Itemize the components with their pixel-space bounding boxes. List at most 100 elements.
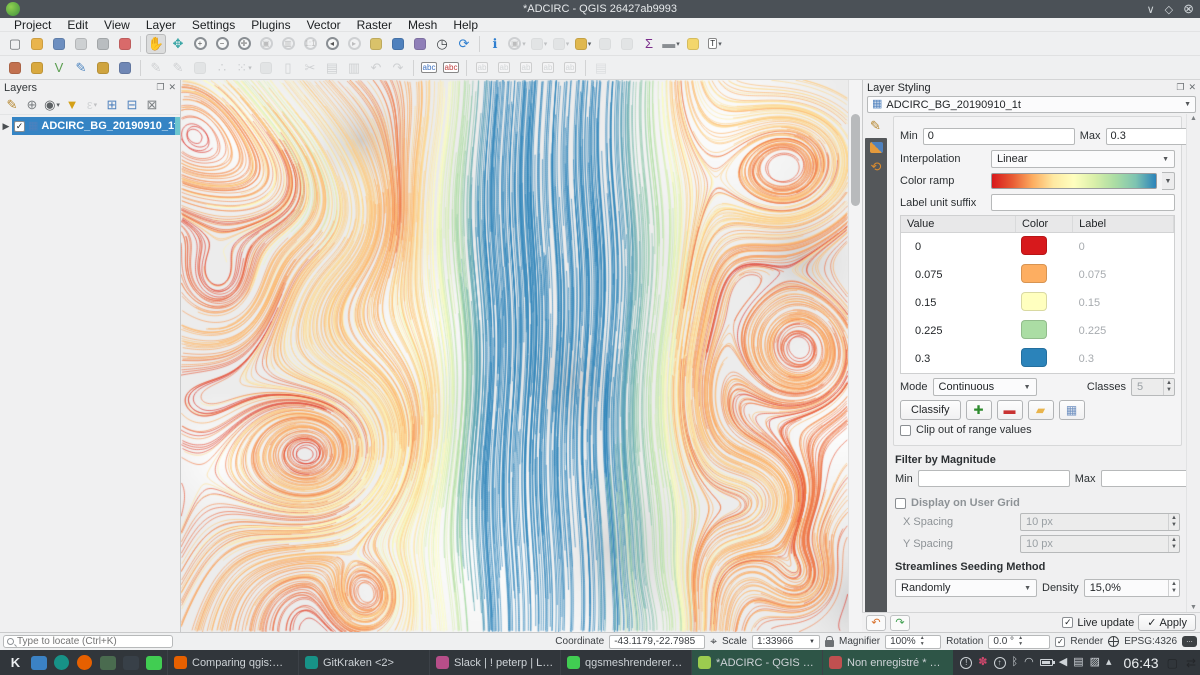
- battery-icon[interactable]: [1040, 659, 1053, 666]
- clip-out-of-range-checkbox[interactable]: [900, 425, 911, 436]
- ramp-color-swatch[interactable]: [1021, 320, 1047, 339]
- remove-layer-icon[interactable]: ⊠: [143, 96, 161, 114]
- task-slack[interactable]: Slack | ! peterp | Lutr...: [429, 650, 560, 675]
- minimize-icon[interactable]: ∨: [1147, 3, 1155, 16]
- remove-value-icon[interactable]: ▬: [997, 400, 1023, 420]
- color-ramp-dropdown-icon[interactable]: ▼: [1162, 172, 1175, 190]
- canvas-scrollbar-thumb[interactable]: [851, 114, 860, 206]
- bookmark-manager-icon[interactable]: [410, 34, 430, 54]
- ramp-color-swatch[interactable]: [1021, 348, 1047, 367]
- apply-button[interactable]: ✓ Apply: [1138, 614, 1196, 631]
- scroll-up-icon[interactable]: ▲: [1190, 115, 1197, 122]
- deselect-from-current-layer-icon[interactable]: ▾: [573, 34, 593, 54]
- ramp-color-swatch[interactable]: [1021, 292, 1047, 311]
- layer-visibility-checkbox[interactable]: [14, 121, 25, 132]
- tab-mesh-rendering-icon[interactable]: [870, 142, 883, 153]
- crs-globe-icon[interactable]: [1108, 636, 1119, 647]
- task-gitkraken[interactable]: GitKraken <2>: [298, 650, 429, 675]
- tab-symbology[interactable]: ✎: [862, 114, 889, 136]
- notifications-icon[interactable]: !: [960, 657, 972, 669]
- network-wifi-icon[interactable]: ◠: [1024, 657, 1034, 668]
- task-firefox[interactable]: Comparing qgis:mast...: [167, 650, 298, 675]
- scroll-down-icon[interactable]: ▼: [1190, 604, 1197, 611]
- file-manager-icon[interactable]: [27, 652, 50, 673]
- canvas-scrollbar[interactable]: [848, 80, 862, 632]
- menu-settings[interactable]: Settings: [184, 18, 243, 32]
- menu-help[interactable]: Help: [445, 18, 486, 32]
- coordinate-input[interactable]: -43.1179,-22.7985: [609, 635, 705, 649]
- add-vector-layer-icon[interactable]: [27, 58, 47, 78]
- add-group-icon[interactable]: ⊕: [23, 96, 41, 114]
- text-annotation-icon[interactable]: T▾: [705, 34, 725, 54]
- menu-layer[interactable]: Layer: [138, 18, 184, 32]
- add-virtual-layer-icon[interactable]: [115, 58, 135, 78]
- task-qt[interactable]: qgsmeshrenderersetti...: [560, 650, 691, 675]
- statistical-summary-icon[interactable]: Σ: [639, 34, 659, 54]
- map-canvas[interactable]: [181, 80, 848, 632]
- gitkraken-launcher-icon[interactable]: [50, 652, 73, 673]
- column-header-color[interactable]: Color: [1015, 216, 1072, 233]
- menu-mesh[interactable]: Mesh: [400, 18, 445, 32]
- save-ramp-icon[interactable]: ▦: [1059, 400, 1085, 420]
- ramp-color-swatch[interactable]: [1021, 264, 1047, 283]
- bluetooth-icon[interactable]: ᛒ: [1012, 657, 1019, 668]
- filter-legend-icon[interactable]: ▼: [63, 96, 81, 114]
- locator-search[interactable]: [3, 635, 173, 648]
- label-unit-suffix-input[interactable]: [991, 194, 1175, 211]
- display-on-user-grid-checkbox[interactable]: [895, 498, 906, 509]
- clock[interactable]: 06:43: [1124, 655, 1159, 671]
- menu-view[interactable]: View: [96, 18, 138, 32]
- max-input[interactable]: [1106, 128, 1186, 145]
- qt-creator-icon[interactable]: [142, 652, 165, 673]
- new-print-layout-icon[interactable]: [71, 34, 91, 54]
- style-redo-icon[interactable]: ↷: [890, 615, 910, 631]
- ramp-item-row[interactable]: 0.2250.225: [901, 317, 1174, 345]
- float-panel-icon[interactable]: ❐: [156, 82, 164, 93]
- render-checkbox[interactable]: [1055, 637, 1065, 647]
- kde-menu-icon[interactable]: K: [4, 652, 27, 673]
- measure-icon[interactable]: ▬▾: [661, 34, 681, 54]
- system-monitor-icon[interactable]: [96, 652, 119, 673]
- layer-tree-row[interactable]: ▶ ▦ ADCIRC_BG_20190910_1t: [0, 117, 180, 135]
- tab-history-icon[interactable]: ⟲: [871, 159, 882, 175]
- scale-combo[interactable]: 1:33966▼: [752, 635, 820, 649]
- menu-project[interactable]: Project: [6, 18, 59, 32]
- show-layout-manager-icon[interactable]: [93, 34, 113, 54]
- add-raster-layer-icon[interactable]: V: [49, 58, 69, 78]
- column-header-value[interactable]: Value: [901, 216, 1015, 233]
- magnifier-spinner[interactable]: 100%▲▼: [885, 635, 941, 649]
- min-input[interactable]: [923, 128, 1075, 145]
- zoom-in-icon[interactable]: +: [190, 34, 210, 54]
- show-desktop-icon[interactable]: ▢: [1167, 656, 1178, 670]
- updates-indicator-icon[interactable]: ↑: [994, 657, 1006, 669]
- menu-edit[interactable]: Edit: [59, 18, 96, 32]
- ramp-item-row[interactable]: 0.150.15: [901, 289, 1174, 317]
- task-recorder[interactable]: Non enregistré * — Sp...: [822, 650, 953, 675]
- refresh-map-icon[interactable]: ⟳: [454, 34, 474, 54]
- density-spinner[interactable]: 15,0% ▲▼: [1084, 579, 1180, 597]
- layer-diagram-options-icon[interactable]: abc: [441, 58, 461, 78]
- messenger-indicator-icon[interactable]: ✽: [978, 657, 987, 668]
- expand-arrow-icon[interactable]: ▶: [0, 121, 12, 132]
- new-project-icon[interactable]: ▢: [5, 34, 25, 54]
- add-delimited-text-layer-icon[interactable]: [93, 58, 113, 78]
- rotation-spinner[interactable]: 0.0 °▲▼: [988, 635, 1050, 649]
- classify-button[interactable]: Classify: [900, 400, 961, 420]
- vault-icon[interactable]: ▨: [1090, 657, 1100, 668]
- expand-all-icon[interactable]: ⊞: [103, 96, 121, 114]
- task-qgis[interactable]: *ADCIRC - QGIS 26427...: [691, 650, 822, 675]
- save-project-icon[interactable]: [49, 34, 69, 54]
- tray-expander-icon[interactable]: ▴: [1106, 657, 1112, 668]
- ramp-item-row[interactable]: 0.0750.075: [901, 261, 1174, 289]
- ramp-item-row[interactable]: 00: [901, 233, 1174, 262]
- float-panel-icon[interactable]: ❐: [1176, 82, 1184, 93]
- map-tips-icon[interactable]: [683, 34, 703, 54]
- color-ramp-preview[interactable]: [991, 173, 1157, 189]
- show-bookmarks-icon[interactable]: [388, 34, 408, 54]
- close-panel-icon[interactable]: ✕: [1188, 82, 1196, 93]
- add-value-icon[interactable]: ✚: [966, 400, 992, 420]
- menu-raster[interactable]: Raster: [349, 18, 400, 32]
- ramp-item-row[interactable]: 0.30.3: [901, 345, 1174, 373]
- identify-features-icon[interactable]: ℹ: [485, 34, 505, 54]
- styling-layer-selector[interactable]: ▦ ADCIRC_BG_20190910_1t ▼: [867, 96, 1196, 113]
